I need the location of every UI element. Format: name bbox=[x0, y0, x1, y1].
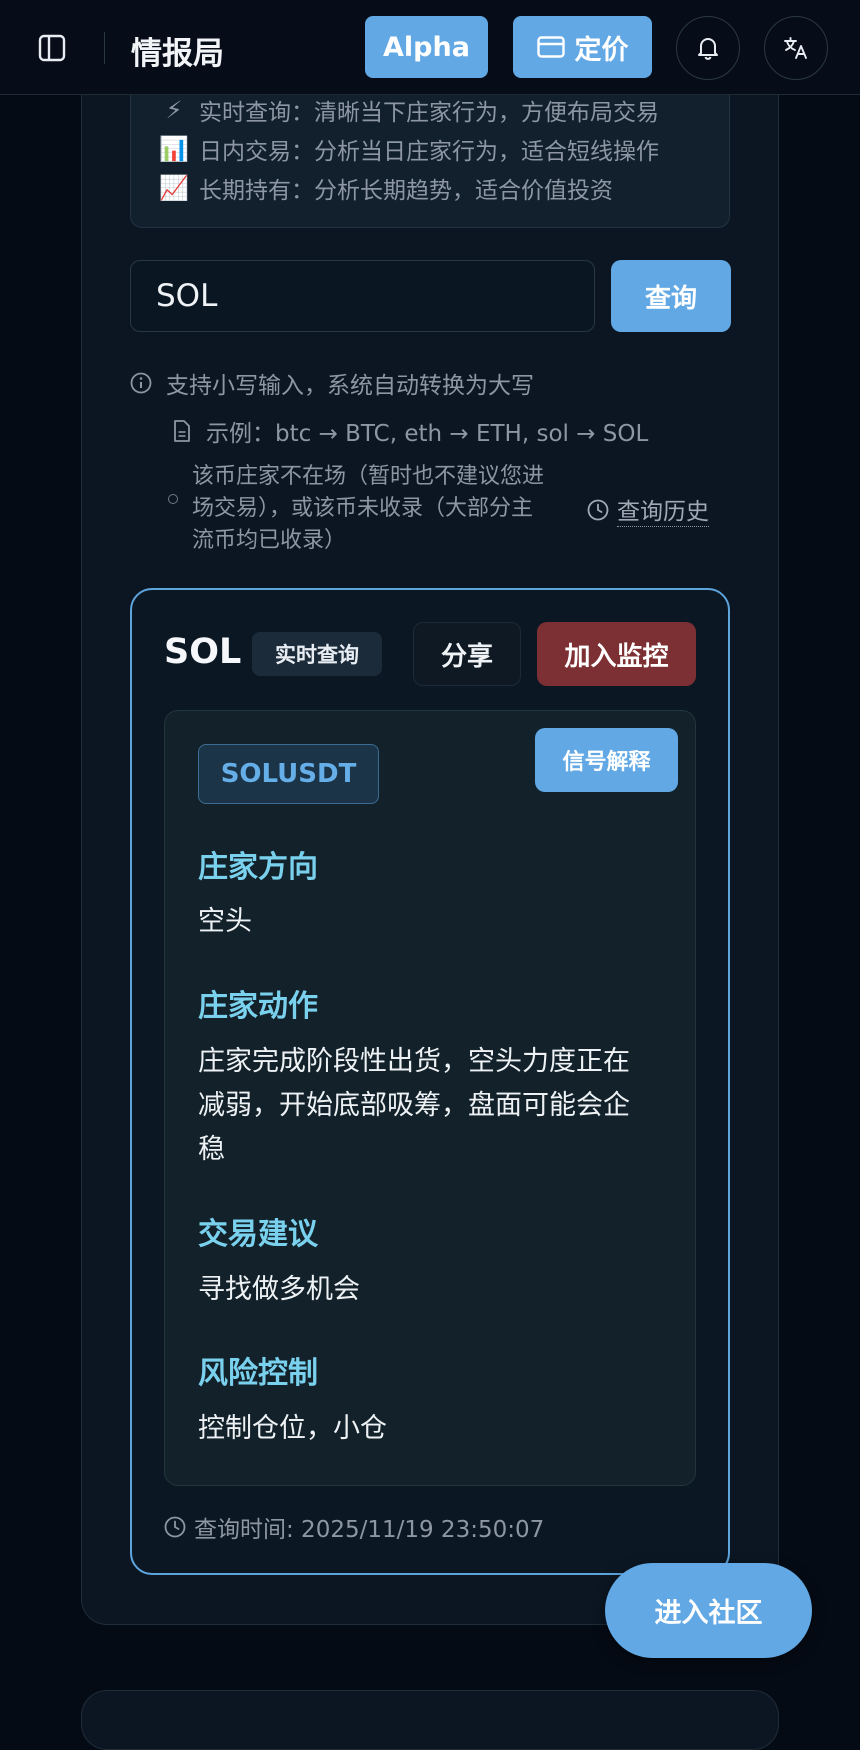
translate-icon bbox=[784, 37, 807, 59]
mode-intraday-text: 日内交易：分析当日庄家行为，适合短线操作 bbox=[199, 139, 659, 165]
dealer-action-value: 庄家完成阶段性出货，空头力度正在减弱，开始底部吸筹，盘面可能会企稳 bbox=[198, 1046, 630, 1165]
next-section-panel bbox=[81, 1690, 779, 1750]
dealer-action-title: 庄家动作 bbox=[198, 989, 318, 1024]
trading-pair-tag: SOLUSDT bbox=[198, 744, 379, 804]
query-time-text: 查询时间: 2025/11/19 23:50:07 bbox=[194, 1517, 545, 1543]
risk-control-title: 风险控制 bbox=[198, 1356, 318, 1391]
alpha-button-label: Alpha bbox=[383, 31, 470, 63]
trade-advice-title: 交易建议 bbox=[198, 1217, 318, 1252]
example-hint-text: 示例：btc → BTC, eth → ETH, sol → SOL bbox=[206, 421, 649, 447]
query-history-label: 查询历史 bbox=[617, 492, 709, 527]
notifications-button[interactable] bbox=[676, 16, 740, 80]
enter-community-label: 进入社区 bbox=[654, 1598, 763, 1629]
mode-realtime-text: 实时查询：清晰当下庄家行为，方便布局交易 bbox=[199, 100, 659, 126]
info-icon bbox=[130, 372, 152, 394]
language-button[interactable] bbox=[764, 16, 828, 80]
credit-card-icon bbox=[536, 36, 565, 58]
signal-explain-label: 信号解释 bbox=[562, 750, 651, 775]
query-modes-box: ⚡ 实时查询：清晰当下庄家行为，方便布局交易 📊 日内交易：分析当日庄家行为，适… bbox=[130, 80, 730, 228]
not-listed-note-text: 该币庄家不在场（暂时也不建议您进场交易），或该币未收录（大部分主流币均已收录） bbox=[192, 464, 545, 553]
mode-longterm-text: 长期持有：分析长期趋势，适合价值投资 bbox=[199, 178, 613, 204]
not-listed-note: 该币庄家不在场（暂时也不建议您进场交易），或该币未收录（大部分主流币均已收录） bbox=[168, 461, 568, 557]
trend-chart-icon: 📈 bbox=[159, 174, 189, 202]
alpha-button[interactable]: Alpha bbox=[365, 16, 488, 78]
bar-chart-icon: 📊 bbox=[159, 135, 189, 163]
query-time: 查询时间: 2025/11/19 23:50:07 bbox=[164, 1510, 544, 1544]
mode-realtime: ⚡ 实时查询：清晰当下庄家行为，方便布局交易 bbox=[159, 93, 659, 127]
clock-icon bbox=[587, 499, 609, 520]
bullet-dot-icon bbox=[168, 494, 178, 504]
lowercase-hint: 支持小写输入，系统自动转换为大写 bbox=[130, 366, 534, 400]
clock-icon bbox=[164, 1516, 186, 1538]
share-button-label: 分享 bbox=[440, 641, 493, 672]
enter-community-button[interactable]: 进入社区 bbox=[605, 1563, 812, 1658]
risk-control-value: 控制仓位，小仓 bbox=[198, 1413, 387, 1444]
share-button[interactable]: 分享 bbox=[413, 622, 521, 686]
dealer-direction-value: 空头 bbox=[198, 906, 252, 937]
symbol-search-input[interactable] bbox=[130, 260, 595, 332]
pricing-button[interactable]: 定价 bbox=[513, 16, 652, 78]
mode-intraday: 📊 日内交易：分析当日庄家行为，适合短线操作 bbox=[159, 132, 659, 166]
top-header: 情报局 Alpha 定价 bbox=[0, 0, 860, 95]
add-monitor-button-label: 加入监控 bbox=[564, 641, 669, 672]
mode-badge: 实时查询 bbox=[252, 632, 382, 676]
mode-longterm: 📈 长期持有：分析长期趋势，适合价值投资 bbox=[159, 171, 613, 205]
sidebar-toggle-icon[interactable] bbox=[38, 34, 66, 62]
result-symbol: SOL bbox=[164, 632, 242, 672]
query-button[interactable]: 查询 bbox=[611, 260, 731, 332]
dealer-direction-title: 庄家方向 bbox=[198, 850, 318, 885]
query-history-link[interactable]: 查询历史 bbox=[587, 492, 709, 527]
document-icon bbox=[174, 420, 190, 442]
query-button-label: 查询 bbox=[644, 283, 697, 314]
example-hint: 示例：btc → BTC, eth → ETH, sol → SOL bbox=[172, 414, 648, 448]
header-divider bbox=[104, 32, 105, 64]
add-monitor-button[interactable]: 加入监控 bbox=[537, 622, 696, 686]
trade-advice-value: 寻找做多机会 bbox=[198, 1274, 360, 1305]
pricing-button-label: 定价 bbox=[574, 34, 629, 66]
signal-explain-button[interactable]: 信号解释 bbox=[535, 728, 678, 792]
lightning-icon: ⚡ bbox=[165, 96, 183, 124]
bell-icon bbox=[698, 38, 718, 60]
lowercase-hint-text: 支持小写输入，系统自动转换为大写 bbox=[166, 373, 534, 399]
app-title: 情报局 bbox=[131, 36, 224, 72]
